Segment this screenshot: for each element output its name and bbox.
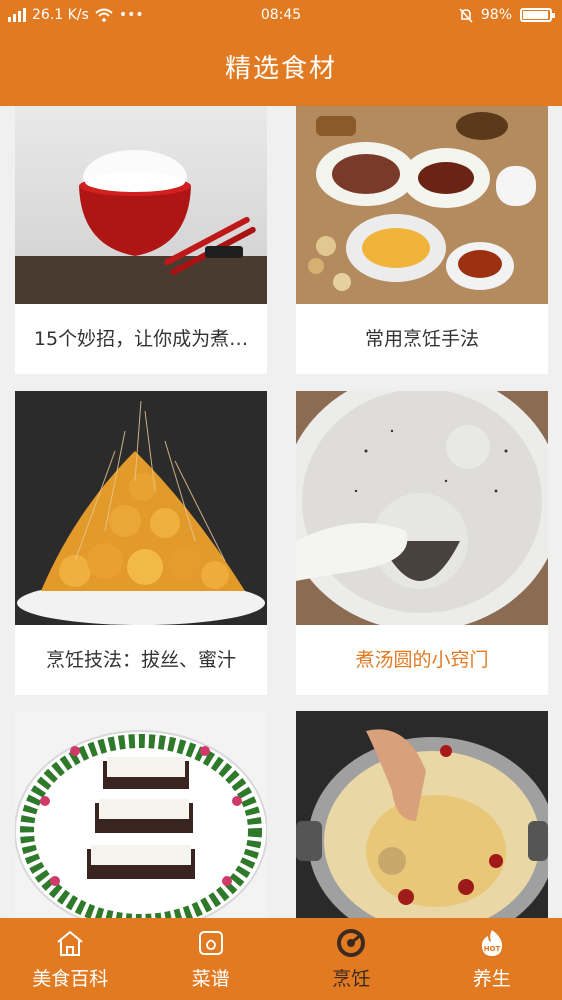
hot-icon: HOT [476,928,508,958]
tab-label: 美食百科 [32,967,109,990]
article-title[interactable]: 15个妙招，让你成为煮… [15,304,267,374]
article-title[interactable]: 常用烹饪手法 [296,304,548,374]
tab-food-encyclopedia[interactable]: 美食百科 [0,918,141,1000]
article-card[interactable]: 常用烹饪手法 [296,106,548,374]
bottom-tab-bar: 美食百科 菜谱 烹饪 HOT 养生 [0,918,562,1000]
article-grid[interactable]: 15个妙招，让你成为煮… 常用烹饪手法 烹饪技法：拔丝、蜜汁 煮汤圆的小窍门 [0,106,562,918]
svg-text:HOT: HOT [483,945,500,953]
tab-label: 烹饪 [332,967,371,990]
home-icon [54,928,86,958]
rice-bowl-photo[interactable] [15,106,267,304]
article-card[interactable]: 15个妙招，让你成为煮… [15,106,267,374]
article-title[interactable]: 煮汤圆的小窍门 [296,625,548,695]
tangyuan-soup-photo[interactable] [296,391,548,625]
tab-label: 养生 [472,967,511,990]
mute-bell-icon [459,7,473,23]
spread-dishes-photo[interactable] [296,106,548,304]
recipe-icon [195,928,227,958]
tab-label: 菜谱 [191,967,230,990]
tofu-plate-photo[interactable] [15,711,267,918]
article-card[interactable]: 煮汤圆的小窍门 [296,391,548,695]
article-title[interactable]: 烹饪技法：拔丝、蜜汁 [15,625,267,695]
status-bar: 26.1 K/s ••• 08:45 98% [0,0,562,32]
page-title: 精选食材 [0,32,562,106]
tab-recipes[interactable]: 菜谱 [141,918,282,1000]
battery-percent: 98% [480,7,512,23]
battery-icon [520,8,555,22]
article-card[interactable]: 烹饪技法：拔丝、蜜汁 [15,391,267,695]
cooking-icon [335,928,367,958]
battery-level [523,11,549,19]
chicken-hotpot-photo[interactable] [296,711,548,918]
tab-health[interactable]: HOT 养生 [422,918,562,1000]
article-card[interactable] [15,711,267,918]
article-card[interactable] [296,711,548,918]
candied-fritters-photo[interactable] [15,391,267,625]
tab-cooking[interactable]: 烹饪 [281,918,422,1000]
